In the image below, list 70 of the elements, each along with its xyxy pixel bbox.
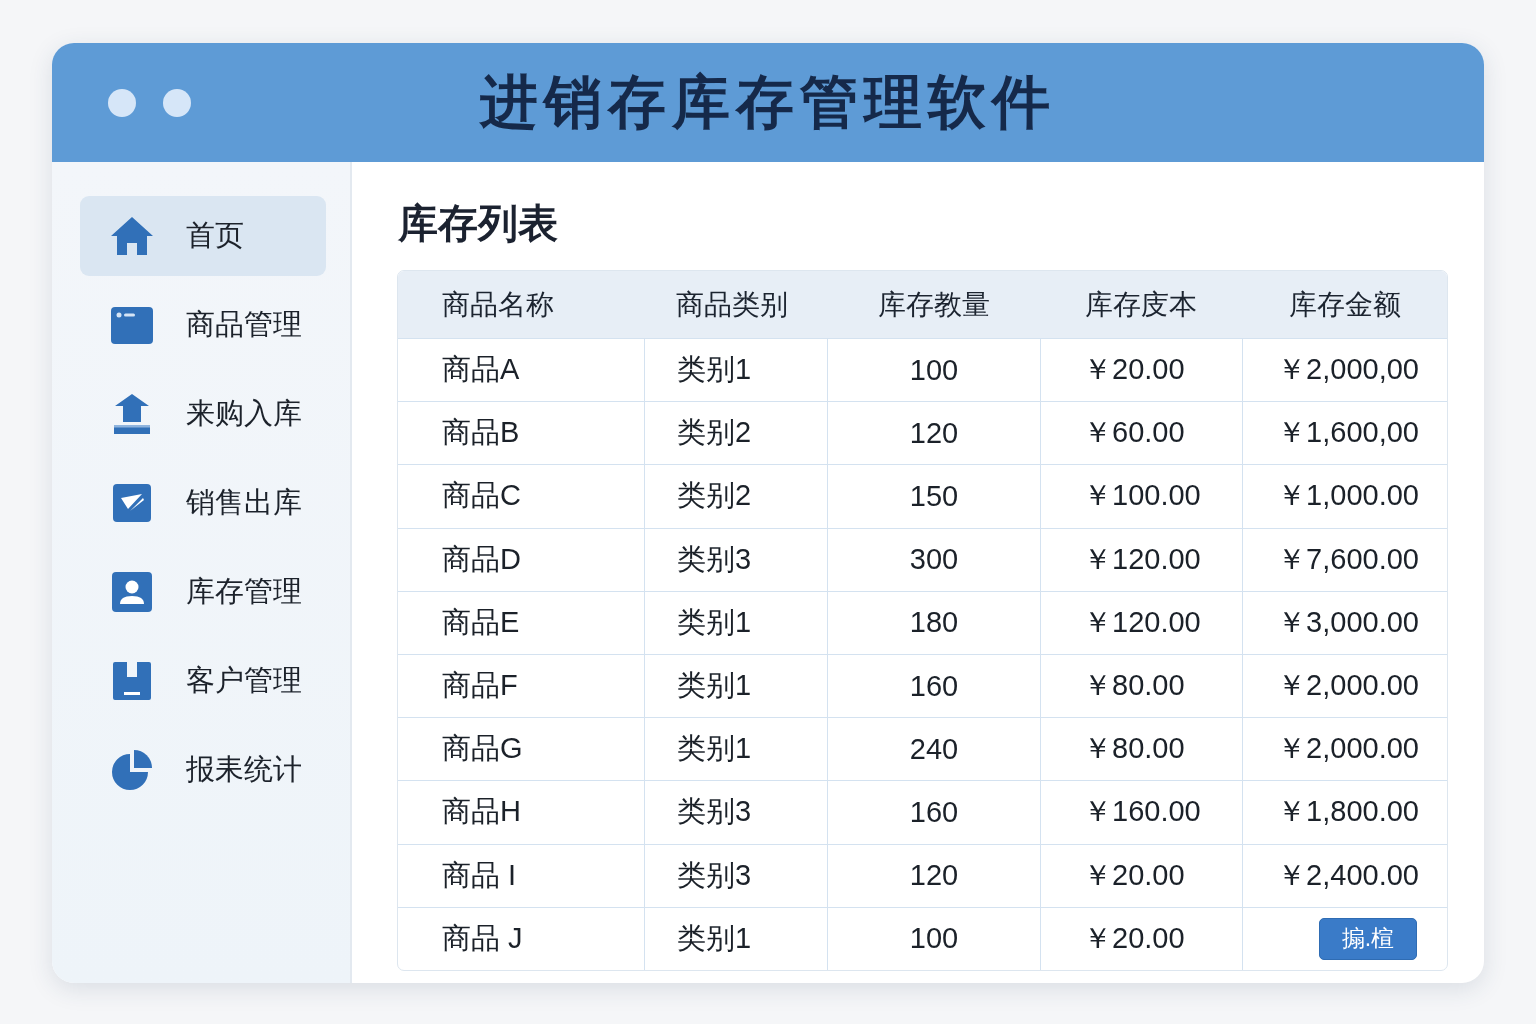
table-cell-text: ￥100.00: [1083, 478, 1201, 514]
table-cell: 100: [909, 353, 959, 387]
table-cell-text: ￥1,800.00: [1277, 794, 1419, 830]
table-cell-text: ￥2,000.00: [1277, 668, 1419, 704]
table-cell-text: ￥80.00: [1083, 668, 1185, 704]
table-cell-text: 类别3: [677, 857, 752, 893]
table-cell-text: ￥2,000.00: [1277, 731, 1419, 767]
column-header: 商品名称: [442, 287, 554, 322]
action-button[interactable]: 搧.楦: [1319, 917, 1417, 960]
table-cell-text: 商品D: [442, 541, 521, 577]
section-title: 库存列表: [398, 200, 558, 247]
table-cell-text: 类别3: [677, 794, 752, 830]
column-header: 库存教量: [877, 287, 990, 322]
table-cell-text: 商品B: [442, 415, 520, 451]
table-cell-text: ￥3,000.00: [1277, 604, 1419, 640]
table-cell-text: 商品G: [442, 731, 523, 767]
table-cell-text: 类别1: [677, 731, 752, 767]
table-cell-text: ￥20.00: [1083, 857, 1185, 893]
table-cell-text: 商品E: [442, 604, 520, 640]
sidebar-item[interactable]: 首页: [80, 196, 326, 276]
table-cell: 120: [909, 416, 959, 450]
table-cell: 300: [909, 543, 959, 577]
column-header: 库存金额: [1288, 287, 1401, 322]
table-cell-text: ￥80.00: [1083, 731, 1185, 767]
table-cell-text: 类别1: [677, 920, 752, 956]
table-cell-text: ￥1,600,00: [1277, 415, 1419, 451]
table-cell-text: 商品 J: [442, 920, 523, 956]
table-cell-text: 类别2: [677, 415, 752, 451]
table-cell-text: ￥20.00: [1083, 352, 1185, 388]
table-cell-text: ￥2,000,00: [1277, 352, 1419, 388]
table-cell-text: 商品C: [442, 478, 521, 514]
table-cell: 150: [909, 480, 959, 513]
table-cell-text: 商品A: [442, 352, 520, 388]
window-control-icon[interactable]: [108, 88, 136, 117]
table-cell-text: 商品H: [442, 794, 521, 830]
table-cell: 160: [909, 796, 959, 829]
table-cell-text: 类别2: [677, 478, 752, 514]
sidebar-item[interactable]: 来购入库: [80, 374, 326, 454]
table-cell-text: 类别3: [677, 541, 752, 577]
table-cell: 180: [909, 606, 959, 640]
column-header: 商品类别: [676, 287, 788, 322]
table-cell-text: ￥160.00: [1083, 794, 1201, 830]
person-icon: [110, 570, 154, 614]
sidebar-item[interactable]: 报耒统计: [80, 730, 326, 810]
house-icon: [110, 214, 154, 258]
table-cell-text: 类别1: [677, 604, 752, 640]
sidebar-item[interactable]: 客户管理: [80, 641, 326, 721]
table-cell-text: ￥1,000.00: [1277, 478, 1419, 514]
table-cell-text: 类别1: [677, 352, 752, 388]
window-title: 进销存库存管理软件: [480, 67, 1056, 136]
table-cell: 100: [909, 922, 959, 956]
table-cell: 160: [909, 669, 959, 703]
table-cell-text: ￥7,600.00: [1277, 541, 1419, 577]
table-cell-text: 类别1: [677, 668, 752, 704]
table-cell-text: ￥20.00: [1083, 920, 1185, 956]
table-cell-text: 商品 I: [442, 857, 517, 893]
pie-chart-icon: [110, 748, 154, 792]
column-header: 库存庋本: [1085, 287, 1197, 322]
sidebar-item[interactable]: 库存管理: [80, 552, 326, 632]
table-cell-text: ￥120.00: [1083, 604, 1201, 640]
window-control-icon[interactable]: [163, 88, 191, 117]
table-cell: 120: [909, 859, 959, 893]
table-cell-text: 商品F: [442, 668, 518, 704]
table-cell: 240: [909, 732, 959, 766]
table-cell-text: ￥60.00: [1083, 415, 1185, 451]
paper-plane-icon: [110, 481, 154, 525]
table-cell-text: ￥2,400.00: [1277, 857, 1419, 893]
sidebar-item[interactable]: 商品管理: [80, 285, 326, 365]
table-cell-text: ￥120.00: [1083, 541, 1201, 577]
sidebar-item[interactable]: 销售出库: [80, 463, 326, 543]
